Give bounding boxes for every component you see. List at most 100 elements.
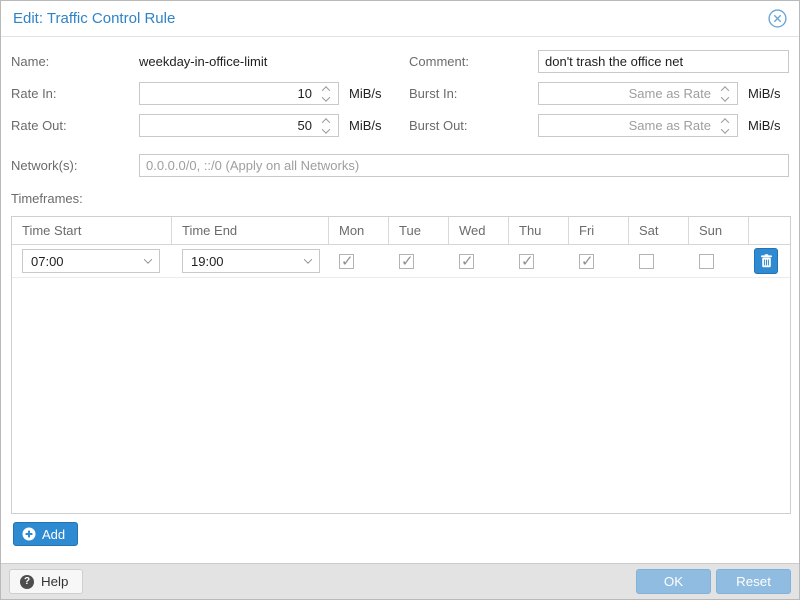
name-label: Name: — [11, 54, 139, 69]
wed-cell — [449, 254, 509, 269]
timeframes-label: Timeframes: — [11, 191, 789, 206]
timeframes-table-empty-area — [12, 278, 790, 513]
column-header-sat[interactable]: Sat — [629, 217, 689, 244]
rate-in-label: Rate In: — [11, 86, 139, 101]
rate-out-field-wrap — [139, 114, 339, 137]
column-header-mon[interactable]: Mon — [329, 217, 389, 244]
form-right-column: Comment: Burst In: MiB/s — [409, 50, 789, 146]
networks-row: Network(s): — [11, 154, 789, 177]
burst-out-spinner — [718, 114, 732, 137]
trash-icon — [760, 254, 773, 268]
burst-in-row: Burst In: MiB/s — [409, 82, 789, 105]
burst-in-spinner-down-icon[interactable] — [718, 95, 732, 102]
chevron-down-icon — [144, 255, 152, 263]
column-header-time-start[interactable]: Time Start — [12, 217, 172, 244]
ok-button-label: OK — [664, 574, 683, 589]
fri-checkbox[interactable] — [579, 254, 594, 269]
burst-out-label: Burst Out: — [409, 118, 538, 133]
burst-out-input[interactable] — [538, 114, 738, 137]
sat-checkbox[interactable] — [639, 254, 654, 269]
reset-button[interactable]: Reset — [716, 569, 791, 594]
rate-out-unit: MiB/s — [349, 118, 382, 133]
column-header-sun[interactable]: Sun — [689, 217, 749, 244]
help-button-label: Help — [41, 574, 68, 589]
sat-cell — [629, 254, 689, 269]
rate-in-spinner-up-icon[interactable] — [319, 85, 333, 92]
comment-label: Comment: — [409, 54, 538, 69]
rate-out-spinner — [319, 114, 333, 137]
delete-row-button[interactable] — [754, 248, 778, 274]
networks-label: Network(s): — [11, 158, 139, 173]
thu-cell — [509, 254, 569, 269]
help-button[interactable]: ? Help — [9, 569, 83, 594]
thu-checkbox[interactable] — [519, 254, 534, 269]
timeframe-row: 07:00 19:00 — [12, 245, 790, 278]
column-header-wed[interactable]: Wed — [449, 217, 509, 244]
burst-out-spinner-down-icon[interactable] — [718, 127, 732, 134]
form-left-column: Name: weekday-in-office-limit Rate In: M… — [11, 50, 391, 146]
dialog-title: Edit: Traffic Control Rule — [13, 10, 767, 27]
rate-out-row: Rate Out: MiB/s — [11, 114, 391, 137]
burst-out-unit: MiB/s — [748, 118, 781, 133]
time-start-cell: 07:00 — [12, 249, 172, 273]
dialog-footer: ? Help OK Reset — [1, 563, 799, 599]
fri-cell — [569, 254, 629, 269]
reset-button-label: Reset — [736, 574, 771, 589]
mon-checkbox[interactable] — [339, 254, 354, 269]
timeframes-table: Time Start Time End Mon Tue Wed Thu Fri … — [11, 216, 791, 514]
mon-cell — [329, 254, 389, 269]
comment-field-wrap — [538, 50, 789, 73]
column-header-time-end[interactable]: Time End — [172, 217, 329, 244]
rate-out-spinner-down-icon[interactable] — [319, 127, 333, 134]
burst-in-input[interactable] — [538, 82, 738, 105]
time-end-combobox[interactable]: 19:00 — [182, 249, 320, 273]
wed-checkbox[interactable] — [459, 254, 474, 269]
rate-in-spinner — [319, 82, 333, 105]
column-header-fri[interactable]: Fri — [569, 217, 629, 244]
edit-traffic-control-rule-dialog: Edit: Traffic Control Rule Name: weekday… — [0, 0, 800, 600]
rate-in-field-wrap — [139, 82, 339, 105]
column-header-tue[interactable]: Tue — [389, 217, 449, 244]
burst-in-spinner-up-icon[interactable] — [718, 85, 732, 92]
burst-out-row: Burst Out: MiB/s — [409, 114, 789, 137]
burst-in-unit: MiB/s — [748, 86, 781, 101]
column-header-actions — [749, 217, 790, 244]
plus-circle-icon — [22, 527, 36, 541]
name-value: weekday-in-office-limit — [139, 54, 267, 69]
comment-input[interactable] — [538, 50, 789, 73]
time-start-combobox[interactable]: 07:00 — [22, 249, 160, 273]
question-circle-icon: ? — [20, 575, 34, 589]
networks-field-wrap — [139, 154, 789, 177]
rate-in-spinner-down-icon[interactable] — [319, 95, 333, 102]
comment-row: Comment: — [409, 50, 789, 73]
add-button[interactable]: Add — [13, 522, 78, 546]
close-icon[interactable] — [767, 9, 787, 29]
tue-cell — [389, 254, 449, 269]
name-row: Name: weekday-in-office-limit — [11, 50, 391, 73]
add-button-label: Add — [42, 527, 65, 542]
time-end-cell: 19:00 — [172, 249, 329, 273]
timeframes-table-header: Time Start Time End Mon Tue Wed Thu Fri … — [12, 217, 790, 245]
ok-button[interactable]: OK — [636, 569, 711, 594]
rate-in-row: Rate In: MiB/s — [11, 82, 391, 105]
rate-out-label: Rate Out: — [11, 118, 139, 133]
dialog-header: Edit: Traffic Control Rule — [1, 1, 799, 37]
burst-in-field-wrap — [538, 82, 738, 105]
burst-in-spinner — [718, 82, 732, 105]
burst-out-spinner-up-icon[interactable] — [718, 117, 732, 124]
rate-in-input[interactable] — [139, 82, 339, 105]
tue-checkbox[interactable] — [399, 254, 414, 269]
rate-in-unit: MiB/s — [349, 86, 382, 101]
time-end-value: 19:00 — [191, 254, 305, 269]
rate-out-input[interactable] — [139, 114, 339, 137]
column-header-thu[interactable]: Thu — [509, 217, 569, 244]
networks-input[interactable] — [139, 154, 789, 177]
form-grid: Name: weekday-in-office-limit Rate In: M… — [11, 50, 789, 146]
sun-checkbox[interactable] — [699, 254, 714, 269]
sun-cell — [689, 254, 749, 269]
burst-out-field-wrap — [538, 114, 738, 137]
dialog-body: Name: weekday-in-office-limit Rate In: M… — [1, 37, 799, 563]
time-start-value: 07:00 — [31, 254, 145, 269]
rate-out-spinner-up-icon[interactable] — [319, 117, 333, 124]
burst-in-label: Burst In: — [409, 86, 538, 101]
